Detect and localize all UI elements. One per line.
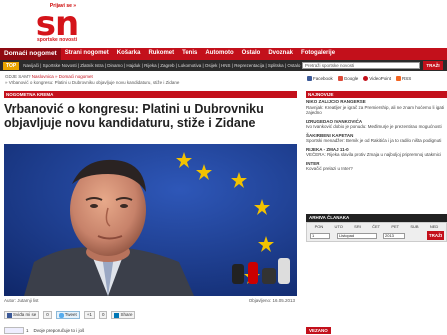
archive-heading: ARHIVA ČLANAKA [306, 214, 447, 222]
archive-calendar: PON UTO SRI ČET PET SUB NED 1 Listopad 2… [306, 222, 447, 242]
latest-news-heading[interactable]: NAJNOVIJE [306, 91, 447, 98]
social-rss-label: RSS [401, 75, 412, 81]
weekday-label: PON [314, 224, 324, 229]
article-photo[interactable] [4, 144, 297, 296]
facebook-icon [307, 76, 312, 81]
list-item[interactable]: IZRUGEDAO IVANKOVIĆA Ivo Ivanković dobio… [306, 119, 447, 130]
news-text[interactable]: VEČERA: Rijeka slavila protiv Zmaja u na… [306, 152, 447, 158]
nav-item-kosarka[interactable]: Košarka [113, 50, 145, 57]
article-meta: Autor: Jutarnji list Objavljeno: 16.05.2… [4, 298, 297, 304]
latest-news-list: NIKO ZALIJCIO RANGERSE Ravnjak: Kreatlje… [306, 99, 447, 175]
article-headline: Vrbanović o kongresu: Platini u Dubrovni… [4, 102, 264, 130]
nav-item-automoto[interactable]: Automoto [201, 50, 237, 57]
rss-icon [395, 76, 401, 81]
facebook-like-label: Sviđa mi se [13, 312, 37, 318]
article-author: Autor: Jutarnji list [4, 298, 39, 303]
archive-search-button[interactable]: TRAŽI [427, 231, 444, 240]
twitter-icon [58, 312, 64, 318]
logo-text: sn [35, 4, 79, 44]
calendar-weekdays: PON UTO SRI ČET PET SUB NED [307, 223, 446, 230]
google-icon [337, 76, 343, 81]
related-tab: VEZANO [303, 325, 447, 335]
news-text[interactable]: Ravnjak: Kreatljer je igrač za Premiersh… [306, 105, 447, 116]
recommend-box[interactable] [4, 327, 24, 334]
weekday-label: PET [391, 224, 400, 229]
article-date: Objavljeno: 16.05.2013 [248, 298, 295, 303]
social-google[interactable]: Google [337, 75, 359, 82]
logo-subtitle: sportske novosti [36, 37, 77, 43]
site-header: Prijavi se » sn sportske novosti [0, 0, 447, 48]
list-item[interactable]: ŠAKIRBENI KAPETAN Sportski menadžer: Bem… [306, 133, 447, 144]
list-item[interactable]: RIJEKA - ZMAJ 11-0 VEČERA: Rijeka slavil… [306, 147, 447, 158]
social-rss[interactable]: RSS [395, 75, 412, 82]
day-select[interactable]: 1 [310, 233, 330, 239]
share-bar: Sviđa mi se 0 Tweet +1 0 Share [4, 310, 297, 320]
topic-links[interactable]: Navijači | Sportske Novosti | Zlatnik Is… [23, 63, 313, 68]
news-text[interactable]: Kovačić prelazi u Inter? [306, 166, 447, 172]
facebook-icon [7, 312, 12, 318]
news-text[interactable]: Sportski menadžer: Bemik je od Rakitića … [306, 138, 447, 144]
social-links: Facebook Google VideoPoint RSS [307, 75, 447, 82]
weekday-label: UTO [334, 224, 343, 229]
social-google-label: Google [343, 75, 359, 81]
section-tag[interactable]: NOGOMETNA KREMA [4, 91, 297, 98]
tweet-label: Tweet [64, 312, 77, 318]
weekday-label: ČET [372, 224, 381, 229]
nav-item-domaci-nogomet[interactable]: Domaći nogomet [0, 48, 61, 60]
linkedin-share-button[interactable]: Share [111, 311, 136, 319]
weekday-label: SRI [354, 224, 361, 229]
recommend-count: 1 [26, 327, 29, 333]
like-count: 0 [43, 311, 52, 319]
linkedin-share-label: Share [120, 312, 133, 318]
breadcrumb-current: » Vrbanović o kongresu: Platini u Dubrov… [5, 80, 180, 85]
top-bar: TOP Navijači | Sportske Novosti | Zlatni… [0, 60, 447, 71]
recommend-row: 1 Dvoje preporučuje to i još [4, 326, 297, 335]
top-badge: TOP [3, 61, 20, 70]
main-nav: Domaći nogomet Strani nogomet Košarka Ru… [0, 48, 447, 60]
month-select[interactable]: Listopad [337, 233, 377, 239]
social-videopoint[interactable]: VideoPoint [363, 75, 391, 82]
year-select[interactable]: 2013 [383, 233, 405, 239]
list-item[interactable]: NIKO ZALIJCIO RANGERSE Ravnjak: Kreatlje… [306, 99, 447, 116]
breadcrumb-links[interactable]: Naslovnica » Domaći nogomet [32, 74, 93, 79]
nav-item-fotogalerije[interactable]: Fotogalerije [297, 50, 339, 57]
weekday-label: SUB [410, 224, 419, 229]
facebook-like-button[interactable]: Sviđa mi se [4, 311, 40, 319]
photo-illustration [4, 144, 297, 296]
recommend-widget[interactable]: 1 [4, 327, 29, 334]
recommend-text: Dvoje preporučuje to i još [33, 327, 85, 333]
breadcrumb: GDJE SAM? Naslovnica » Domaći nogomet » … [5, 74, 295, 86]
social-videopoint-label: VideoPoint [369, 75, 391, 81]
social-facebook[interactable]: Facebook [307, 75, 333, 82]
social-facebook-label: Facebook [313, 75, 333, 81]
search-input[interactable]: Pretraži sportske novosti [302, 62, 420, 69]
nav-item-dvoznak[interactable]: Dvoznak [264, 50, 297, 57]
nav-item-tenis[interactable]: Tenis [178, 50, 201, 57]
search-button[interactable]: TRAŽI [423, 61, 443, 70]
list-item[interactable]: INTER Kovačić prelazi u Inter? [306, 161, 447, 172]
linkedin-icon [114, 312, 120, 318]
video-icon [363, 76, 369, 81]
sidebar: Facebook Google VideoPoint RSS NAJNOVIJE… [303, 71, 447, 335]
weekday-label: NED [429, 224, 439, 229]
gplus-count: 0 [98, 311, 108, 319]
tweet-button[interactable]: Tweet [55, 311, 80, 319]
site-logo[interactable]: Prijavi se » sn sportske novosti [31, 3, 83, 45]
breadcrumb-prefix: GDJE SAM? [5, 74, 32, 79]
nav-item-ostalo[interactable]: Ostalo [238, 50, 265, 57]
nav-item-strani-nogomet[interactable]: Strani nogomet [61, 50, 113, 57]
related-label[interactable]: VEZANO [306, 327, 331, 334]
gplus-button[interactable]: +1 [83, 311, 95, 319]
nav-item-rukomet[interactable]: Rukomet [144, 50, 178, 57]
news-text[interactable]: Ivo Ivanković dobio je ponudu: Međimurje… [306, 124, 447, 130]
